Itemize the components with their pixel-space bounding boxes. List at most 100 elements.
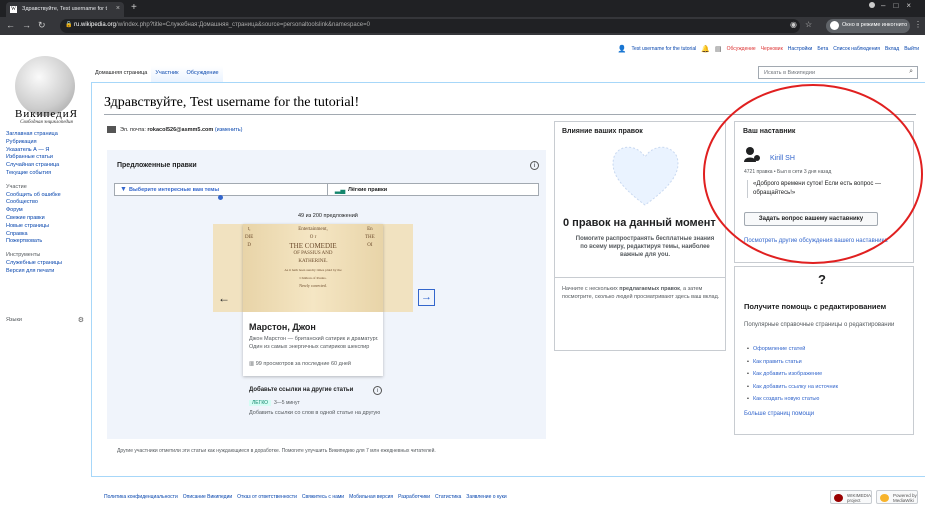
sidebar-item-index[interactable]: Указатель А — Я [6, 147, 86, 155]
footer-cookies[interactable]: Заявление о куки [466, 494, 506, 500]
task-info-icon[interactable]: i [373, 386, 382, 395]
impact-subtitle: Помогите распространять бесплатные знани… [575, 236, 715, 258]
help-link-new-article[interactable]: Как создать новую статью [747, 393, 838, 406]
incognito-label: Окно в режиме инкогнито [842, 22, 908, 28]
minimize-icon[interactable]: – [881, 1, 893, 10]
contributions-link[interactable]: Вклад [885, 46, 899, 52]
book-line: D [247, 243, 251, 248]
browser-menu-icon[interactable]: ⋮ [914, 20, 922, 29]
wikipedia-globe-logo[interactable] [15, 56, 75, 116]
card-title[interactable]: Марстон, Джон [249, 322, 316, 332]
sidebar-item-categories[interactable]: Рубрикация [6, 139, 86, 147]
more-help-link[interactable]: Больше страниц помощи [744, 411, 814, 417]
profile-icon[interactable] [869, 2, 876, 8]
tab-user[interactable]: Участник [151, 66, 183, 82]
browser-tab[interactable]: W Здравствуйте, Test username for t × [6, 2, 124, 17]
footer-mobile[interactable]: Мобильная версия [349, 494, 393, 500]
close-window-icon[interactable]: × [906, 1, 919, 10]
sidebar-item-current[interactable]: Текущие события [6, 170, 86, 178]
reload-icon[interactable]: ↻ [38, 20, 46, 31]
lock-icon: 🔒 [65, 22, 73, 28]
close-tab-icon[interactable]: × [116, 5, 120, 12]
settings-link[interactable]: Настройки [788, 46, 813, 52]
watchlist-link[interactable]: Список наблюдения [833, 46, 880, 52]
sidebar-item-donate[interactable]: Пожертвовать [6, 238, 86, 246]
address-bar-row: ← → ↻ 🔒 ru.wikipedia.org/w/index.php?tit… [0, 17, 925, 35]
difficulty-filter-button[interactable]: ▂▄ Лёгкие правки [328, 184, 538, 195]
wikimedia-badge[interactable]: WIKIMEDIA project [830, 490, 872, 504]
footer-contact[interactable]: Свяжитесь с нами [302, 494, 344, 500]
sidebar-item-community[interactable]: Сообщество [6, 199, 86, 207]
footer-developers[interactable]: Разработчики [398, 494, 430, 500]
help-link-formatting[interactable]: Оформление статей [747, 343, 838, 356]
incognito-icon [830, 21, 839, 30]
impact-suggested-link[interactable]: предлагаемых правок [619, 286, 680, 292]
eye-off-icon[interactable]: ◉ [790, 20, 797, 29]
difficulty-badge: ЛЕГКО [249, 400, 272, 406]
personal-tools: 👤 Test username for the tutorial 🔔 ▤ Обс… [618, 45, 919, 53]
user-link[interactable]: Test username for the tutorial [631, 46, 696, 52]
wikimedia-icon [834, 494, 843, 502]
help-link-editing[interactable]: Как править статьи [747, 356, 838, 369]
impact-divider [555, 277, 725, 278]
gear-icon[interactable]: ⚙ [78, 316, 84, 324]
previous-arrow-icon[interactable]: ← [218, 291, 230, 305]
tab-home[interactable]: Домашняя страница [91, 66, 152, 82]
topics-filter-button[interactable]: ▼ Выберите интересные вам темы [115, 184, 328, 195]
email-change-link[interactable]: (изменить) [215, 127, 243, 133]
inbox-icon[interactable]: ▤ [715, 45, 722, 53]
help-links: Оформление статей Как править статьи Как… [747, 343, 838, 406]
sidebar-item-print[interactable]: Версия для печати [6, 268, 86, 276]
search-input[interactable]: Искать в Википедии ⌕ [758, 66, 918, 79]
bookmark-star-icon[interactable]: ☆ [805, 20, 812, 29]
topics-filter-label: Выберите интересные вам темы [129, 187, 220, 193]
mediawiki-badge[interactable]: Powered by MediaWiki [876, 490, 918, 504]
book-line: DIE [245, 235, 254, 240]
footer-privacy[interactable]: Политика конфиденциальности [104, 494, 178, 500]
tab-discussion[interactable]: Обсуждение [182, 66, 223, 82]
task-description: Добавить ссылки со слов в одной статье н… [249, 410, 381, 416]
book-line: Children of Paules. [299, 276, 327, 280]
logout-link[interactable]: Выйти [904, 46, 919, 52]
info-icon[interactable]: i [530, 161, 539, 170]
sidebar-navigation: Заглавная страница Рубрикация Указатель … [6, 131, 86, 276]
sidebar-item-main[interactable]: Заглавная страница [6, 131, 86, 139]
incognito-badge[interactable]: Окно в режиме инкогнито [826, 19, 910, 33]
book-line: THE COMEDIE [289, 242, 337, 250]
footer-disclaimer[interactable]: Отказ от ответственности [237, 494, 297, 500]
back-icon[interactable]: ← [6, 20, 15, 30]
sidebar-item-recent[interactable]: Свежие правки [6, 215, 86, 223]
url-input[interactable]: 🔒 ru.wikipedia.org/w/index.php?title=Слу… [60, 19, 800, 33]
help-question-icon: ? [818, 272, 826, 287]
maximize-icon[interactable]: □ [893, 1, 906, 10]
footer-about[interactable]: Описание Википедии [183, 494, 232, 500]
drafts-link[interactable]: Черновик [761, 46, 783, 52]
impact-body: Начните с нескольких предлагаемых правок… [562, 285, 720, 301]
sidebar-item-report[interactable]: Сообщить об ошибке [6, 192, 86, 200]
user-icon: 👤 [617, 46, 627, 53]
help-link-image[interactable]: Как добавить изображение [747, 368, 838, 381]
new-tab-icon[interactable]: + [131, 2, 137, 13]
forward-icon[interactable]: → [22, 20, 31, 30]
sidebar-item-help[interactable]: Справка [6, 231, 86, 239]
suggestion-counter: 49 из 200 предложений [298, 213, 358, 219]
bell-icon[interactable]: 🔔 [701, 45, 710, 53]
book-left-page: t, DIE D [245, 226, 253, 250]
book-right-page: En THE OI [365, 226, 375, 250]
next-arrow-icon[interactable]: → [418, 289, 435, 306]
footer-statistics[interactable]: Статистика [435, 494, 461, 500]
beta-link[interactable]: Бета [817, 46, 828, 52]
mediawiki-badge-text: Powered by MediaWiki [893, 493, 917, 503]
url-host: ru.wikipedia.org [74, 22, 117, 28]
sidebar-heading-languages: Языки [6, 317, 22, 323]
sidebar-item-new-pages[interactable]: Новые страницы [6, 223, 86, 231]
book-line: En [367, 227, 373, 232]
book-line: OI [367, 243, 373, 248]
sidebar-item-forum[interactable]: Форум [6, 207, 86, 215]
discussion-link[interactable]: Обсуждение [727, 46, 756, 52]
help-link-reference[interactable]: Как добавить ссылку на источник [747, 381, 838, 394]
sidebar-item-random[interactable]: Случайная страница [6, 162, 86, 170]
card-pageviews: ▥ 99 просмотров за последние 60 дней [249, 361, 351, 367]
sidebar-item-special[interactable]: Служебные страницы [6, 260, 86, 268]
search-icon[interactable]: ⌕ [909, 68, 913, 76]
